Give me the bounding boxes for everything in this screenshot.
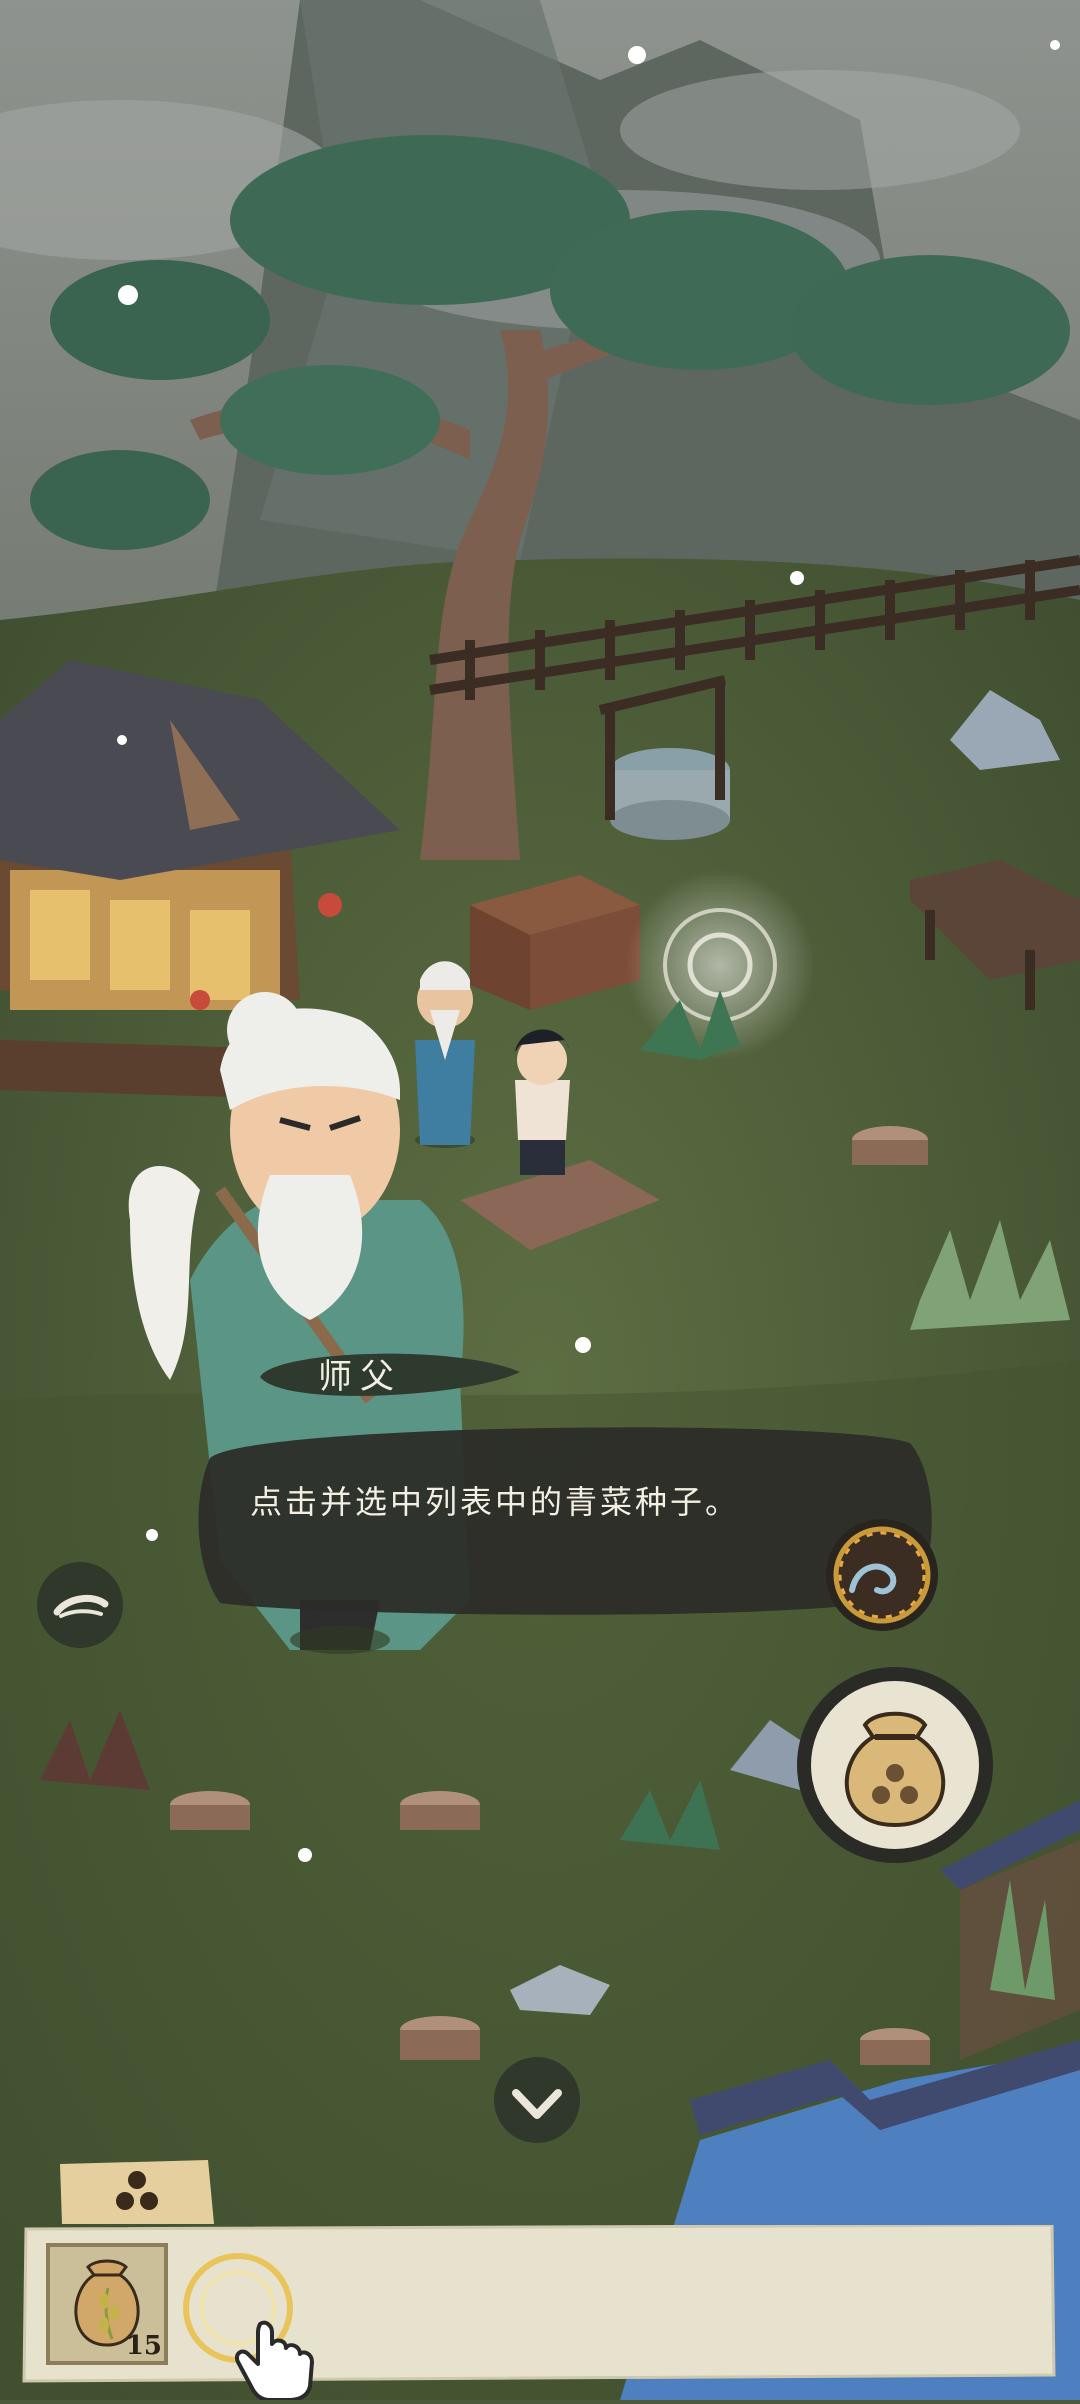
swirl-skip-icon	[826, 1519, 938, 1631]
inventory-item-seed[interactable]: 15	[46, 2243, 168, 2365]
game-scene	[0, 0, 1080, 2400]
hide-ui-button[interactable]	[35, 1560, 125, 1650]
seed-triangle-icon	[60, 2160, 214, 2224]
seed-bag-icon	[797, 1667, 993, 1863]
inventory-panel	[22, 2225, 1057, 2385]
item-count: 15	[125, 2331, 162, 2361]
master-small	[415, 961, 475, 1148]
collapse-button[interactable]	[492, 2055, 582, 2145]
chevron-down-icon	[494, 2057, 580, 2143]
dialogue-text: 点击并选中列表中的青菜种子。	[250, 1483, 741, 1521]
apprentice	[515, 1029, 570, 1175]
skip-dialogue-button[interactable]	[822, 1515, 942, 1635]
eye-closed-icon	[37, 1562, 123, 1648]
seed-bag-button[interactable]	[795, 1665, 995, 1865]
speaker-name: 师父	[318, 1357, 402, 1397]
inventory-category-tab[interactable]	[58, 2158, 216, 2226]
speaker-name-tag: 师父	[255, 1342, 525, 1412]
